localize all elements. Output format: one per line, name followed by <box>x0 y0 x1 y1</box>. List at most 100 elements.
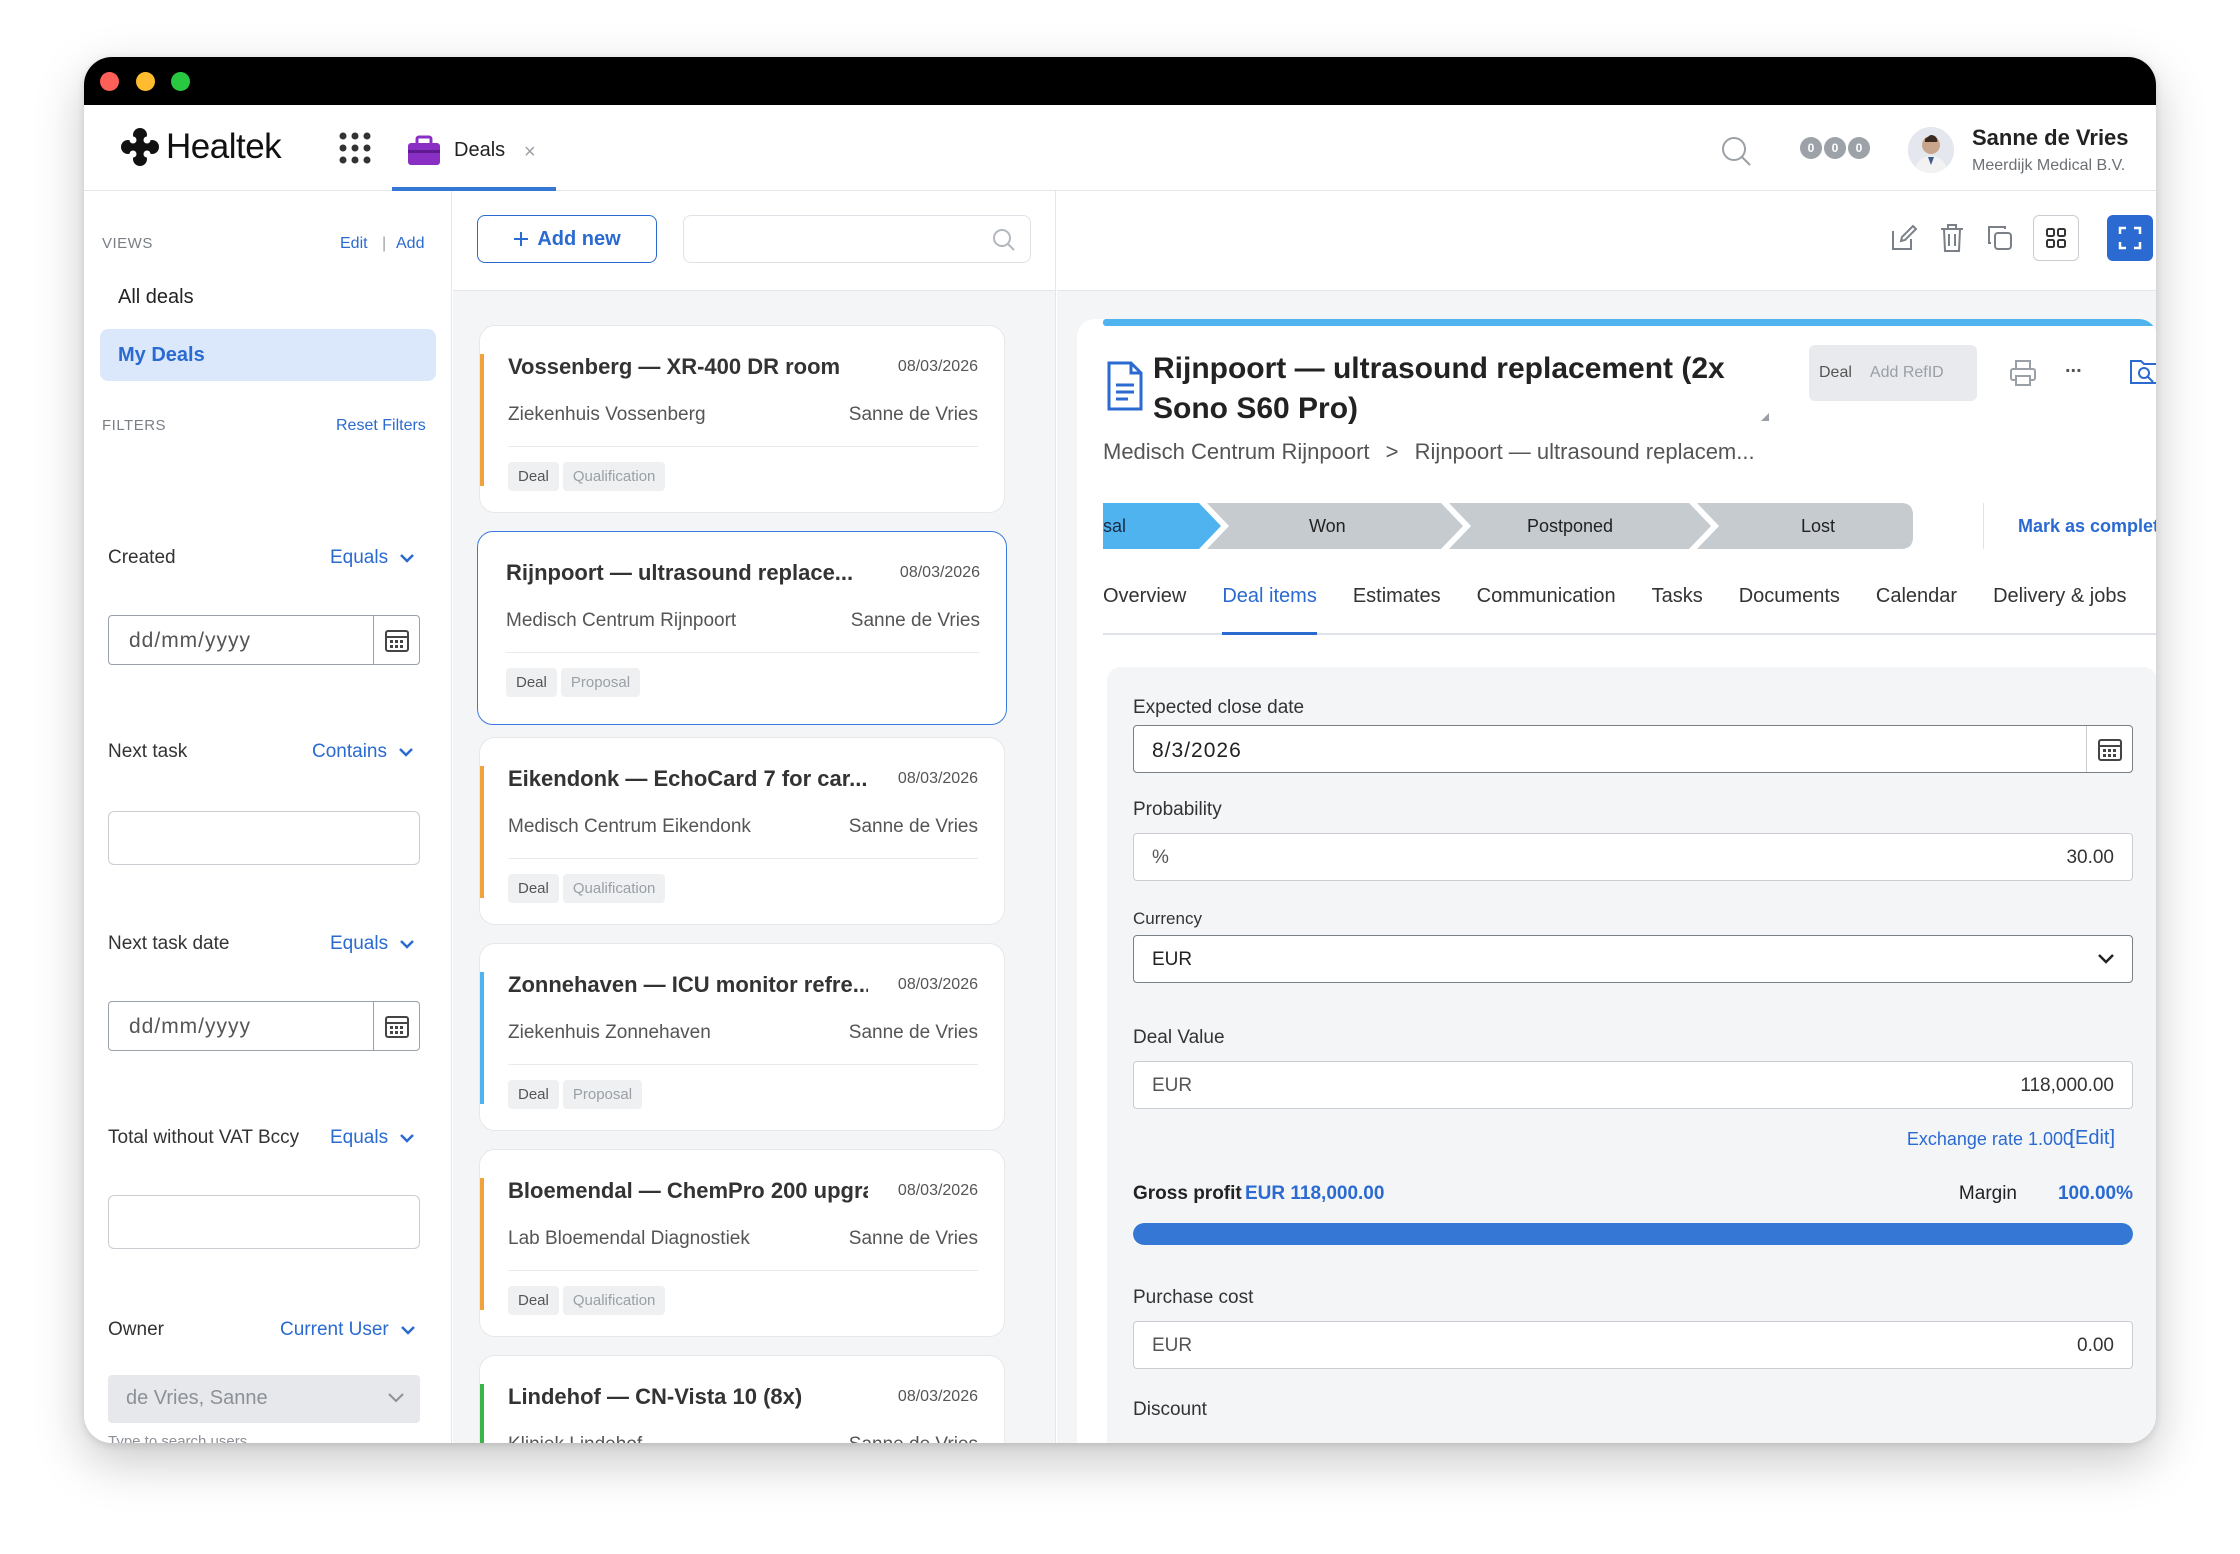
avatar[interactable] <box>1908 127 1954 173</box>
grid-view-icon[interactable] <box>2033 215 2079 261</box>
deal-title: Bloemendal — ChemPro 200 upgra... <box>508 1178 868 1203</box>
deal-card[interactable]: Eikendonk — EchoCard 7 for car... 08/03/… <box>479 737 1005 925</box>
probability-field[interactable]: % 30.00 <box>1133 833 2133 881</box>
status-dot-3: 0 <box>1848 137 1870 159</box>
close-window-button[interactable] <box>100 72 119 91</box>
sidebar-item-all-deals[interactable]: All deals <box>100 271 436 323</box>
deal-owner: Sanne de Vries <box>848 816 978 837</box>
currency-select[interactable]: EUR <box>1133 935 2133 983</box>
calendar-icon[interactable] <box>373 616 419 664</box>
calendar-icon[interactable] <box>373 1002 419 1050</box>
tab-deal-items[interactable]: Deal items <box>1222 585 1317 635</box>
filter-next-task-label: Next task <box>108 741 188 762</box>
filter-owner-select[interactable]: de Vries, Sanne <box>108 1375 420 1423</box>
deal-title: Vossenberg — XR-400 DR room <box>508 354 841 379</box>
exchange-rate-edit-link[interactable]: [Edit] <box>2069 1127 2115 1150</box>
user-avatar-icon <box>1908 127 1954 173</box>
deal-owner: Sanne de Vries <box>848 404 978 425</box>
status-indicators[interactable]: 0 0 0 <box>1800 137 1870 159</box>
app-grid-icon[interactable] <box>338 131 372 165</box>
tab-overview[interactable]: Overview <box>1103 585 1186 635</box>
filters-sidebar: VIEWS Edit | Add All deals My Deals FILT… <box>84 191 452 1443</box>
filter-next-task-date-field[interactable]: dd/mm/yyyy <box>108 1001 420 1051</box>
exchange-rate-text: Exchange rate 1.000 <box>1906 1129 2073 1149</box>
minimize-window-button[interactable] <box>136 72 155 91</box>
tab-estimates[interactable]: Estimates <box>1353 585 1441 635</box>
deal-stage-tag: Proposal <box>562 1080 643 1109</box>
probability-label: Probability <box>1133 799 1222 820</box>
deal-stage-bar <box>480 1384 484 1443</box>
probability-value: 30.00 <box>2066 847 2114 868</box>
probability-prefix: % <box>1152 847 1169 868</box>
reset-filters-link[interactable]: Reset Filters <box>336 417 426 435</box>
fullscreen-icon[interactable] <box>2107 215 2153 261</box>
filter-total-input[interactable] <box>108 1195 420 1249</box>
copy-icon[interactable] <box>1977 215 2023 261</box>
user-name[interactable]: Sanne de Vries <box>1972 125 2129 151</box>
tab-delivery-jobs[interactable]: Delivery & jobs <box>1993 585 2126 635</box>
filter-created-operator[interactable]: Equals <box>330 547 414 569</box>
tab-documents[interactable]: Documents <box>1739 585 1840 635</box>
deal-stage-tag: Qualification <box>562 462 666 491</box>
resize-handle-icon[interactable] <box>1761 413 1769 421</box>
deal-date: 08/03/2026 <box>897 1182 978 1199</box>
filter-owner-operator[interactable]: Current User <box>280 1319 415 1341</box>
expected-close-date-field[interactable]: 8/3/2026 <box>1133 725 2133 773</box>
add-view-link[interactable]: Add <box>396 235 424 253</box>
deal-type-tag: Deal <box>508 1286 559 1315</box>
margin-progress-bar <box>1133 1223 2133 1245</box>
tab-tasks[interactable]: Tasks <box>1652 585 1703 635</box>
preview-document-icon[interactable] <box>2129 357 2156 387</box>
tab-calendar[interactable]: Calendar <box>1876 585 1957 635</box>
maximize-window-button[interactable] <box>171 72 190 91</box>
purchase-cost-field[interactable]: EUR 0.00 <box>1133 1321 2133 1369</box>
app-name: Healtek <box>166 127 282 166</box>
list-search-input[interactable] <box>683 215 1031 263</box>
filter-operator-label: Equals <box>330 1127 389 1148</box>
filter-next-task-operator[interactable]: Contains <box>312 741 413 763</box>
deal-title: Zonnehaven — ICU monitor refre... <box>508 972 868 997</box>
calendar-icon[interactable] <box>2086 726 2132 772</box>
delete-icon[interactable] <box>1929 215 1975 261</box>
tab-communication[interactable]: Communication <box>1477 585 1616 635</box>
filter-total-operator[interactable]: Equals <box>330 1127 414 1149</box>
deal-owner: Sanne de Vries <box>850 610 980 631</box>
deal-value-field[interactable]: EUR 118,000.00 <box>1133 1061 2133 1109</box>
deal-card[interactable]: Lindehof — CN-Vista 10 (8x) 08/03/2026 K… <box>479 1355 1005 1443</box>
deal-card[interactable]: Bloemendal — ChemPro 200 upgra... 08/03/… <box>479 1149 1005 1337</box>
chevron-down-icon <box>400 1326 415 1335</box>
deal-stage-bar <box>480 354 484 486</box>
filter-created-date-field[interactable]: dd/mm/yyyy <box>108 615 420 665</box>
tab-close-icon[interactable]: × <box>524 141 536 164</box>
global-search-icon[interactable] <box>1720 135 1752 167</box>
detail-tabs: Overview Deal items Estimates Communicat… <box>1103 585 2156 635</box>
filter-next-task-input[interactable] <box>108 811 420 865</box>
deal-card[interactable]: Zonnehaven — ICU monitor refre... 08/03/… <box>479 943 1005 1131</box>
refid-pill[interactable]: Deal Add RefID <box>1809 345 1977 401</box>
document-icon <box>1107 361 1143 411</box>
status-dot-2: 0 <box>1824 137 1846 159</box>
breadcrumb-organization[interactable]: Medisch Centrum Rijnpoort <box>1103 439 1370 464</box>
deal-card-selected[interactable]: Rijnpoort — ultrasound replace... 08/03/… <box>477 531 1007 725</box>
print-icon[interactable] <box>2009 359 2037 387</box>
deal-card[interactable]: Vossenberg — XR-400 DR room 08/03/2026 Z… <box>479 325 1005 513</box>
filter-next-task-date-operator[interactable]: Equals <box>330 933 414 955</box>
margin-label: Margin <box>1958 1183 2017 1204</box>
views-link-separator: | <box>382 235 387 252</box>
more-options-button[interactable]: ... <box>2065 355 2082 378</box>
sidebar-item-my-deals[interactable]: My Deals <box>100 329 436 381</box>
edit-views-link[interactable]: Edit <box>340 235 368 253</box>
add-new-button[interactable]: Add new <box>477 215 657 263</box>
owner-search-hint: Type to search users... <box>108 1433 260 1443</box>
edit-icon[interactable] <box>1881 215 1927 261</box>
breadcrumb-deal[interactable]: Rijnpoort — ultrasound replacem... <box>1415 439 1755 464</box>
top-navigation-bar: Healtek Deals × 0 0 0 Sanne de Vries Mee… <box>84 105 2156 191</box>
stage-label-lost: Lost <box>1801 516 1836 536</box>
app-logo[interactable]: Healtek <box>120 125 282 169</box>
deal-title-heading[interactable]: Rijnpoort — ultrasound replacement (2x S… <box>1153 349 1753 429</box>
tab-deals[interactable]: Deals × <box>392 105 556 191</box>
mark-completed-button[interactable]: Mark as completed <box>1983 503 2156 549</box>
add-refid-field[interactable]: Add RefID <box>1870 364 1944 382</box>
sidebar-item-label: My Deals <box>118 343 205 366</box>
currency-label: Currency <box>1133 909 1202 928</box>
